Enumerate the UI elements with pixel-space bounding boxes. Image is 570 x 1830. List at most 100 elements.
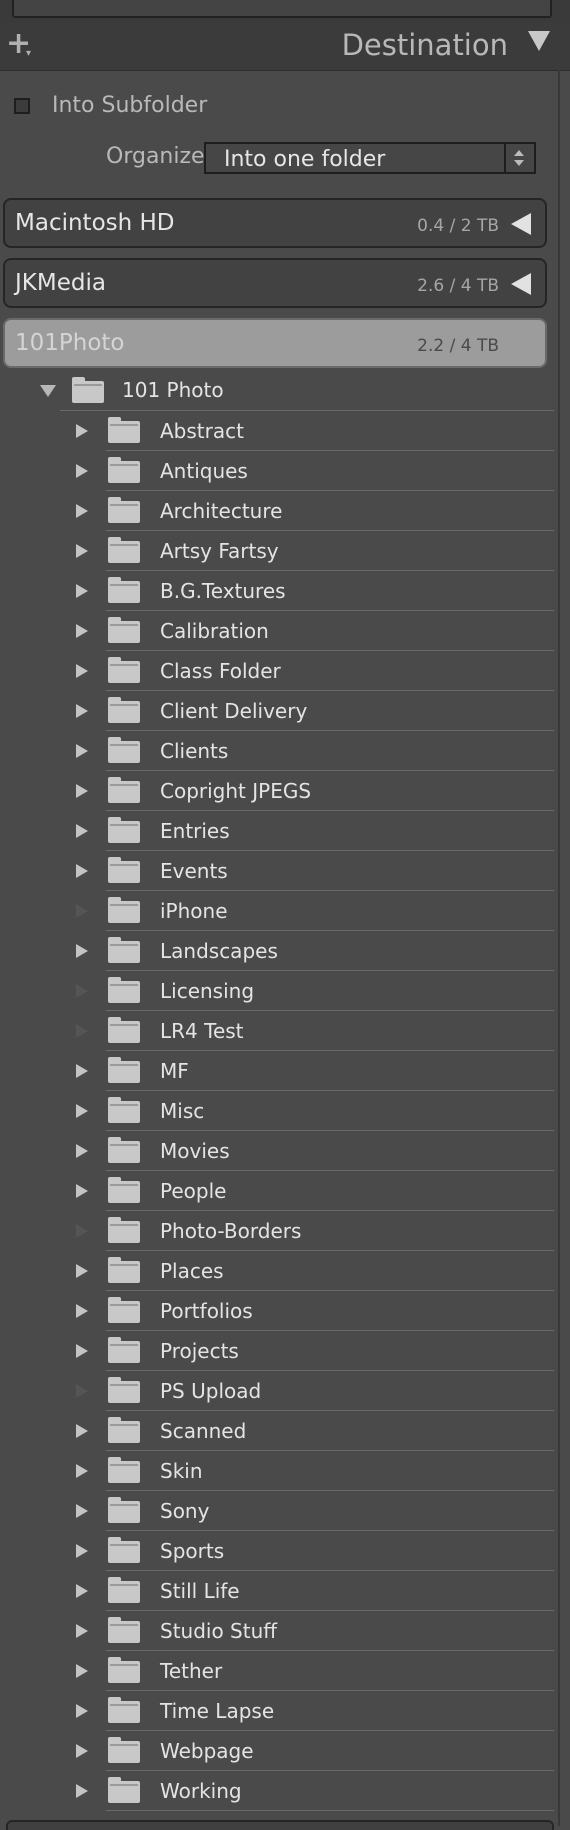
into-subfolder-checkbox[interactable] xyxy=(14,98,30,114)
volume-101photo[interactable]: 101Photo 2.2 / 4 TB xyxy=(3,318,547,368)
folder-row[interactable]: Photo-Borders xyxy=(0,1211,570,1251)
folder-row[interactable]: Places xyxy=(0,1251,570,1291)
folder-row[interactable]: MF xyxy=(0,1051,570,1091)
disclosure-right-icon[interactable] xyxy=(76,1104,88,1118)
disclosure-right-icon[interactable] xyxy=(76,824,88,838)
destination-panel-header[interactable]: + ▾ Destination xyxy=(0,22,570,71)
folder-row[interactable]: Working xyxy=(0,1771,570,1811)
disclosure-right-icon[interactable] xyxy=(76,624,88,638)
folder-row[interactable]: Skin xyxy=(0,1451,570,1491)
next-panel-edge xyxy=(6,1820,554,1830)
folder-row[interactable]: Events xyxy=(0,851,570,891)
organize-value: Into one folder xyxy=(224,147,386,172)
folder-icon xyxy=(108,817,140,843)
folder-row[interactable]: Webpage xyxy=(0,1731,570,1771)
folder-row[interactable]: Sports xyxy=(0,1531,570,1571)
folder-icon xyxy=(108,1497,140,1523)
folder-row[interactable]: Misc xyxy=(0,1091,570,1131)
disclosure-right-icon[interactable] xyxy=(76,1184,88,1198)
folder-row[interactable]: Time Lapse xyxy=(0,1691,570,1731)
folder-row[interactable]: Clients xyxy=(0,731,570,771)
disclosure-right-icon[interactable] xyxy=(76,1064,88,1078)
volume-name: Macintosh HD xyxy=(15,210,175,236)
select-stepper-icon[interactable] xyxy=(504,144,534,172)
folder-icon xyxy=(108,1617,140,1643)
folder-row[interactable]: People xyxy=(0,1171,570,1211)
folder-row[interactable]: Movies xyxy=(0,1131,570,1171)
folder-row[interactable]: Architecture xyxy=(0,491,570,531)
disclosure-right-icon[interactable] xyxy=(76,784,88,798)
organize-select[interactable]: Into one folder xyxy=(204,142,536,174)
volume-jkmedia[interactable]: JKMedia 2.6 / 4 TB xyxy=(3,258,547,308)
folder-row[interactable]: Copright JPEGS xyxy=(0,771,570,811)
disclosure-right-icon[interactable] xyxy=(76,504,88,518)
folder-row[interactable]: Calibration xyxy=(0,611,570,651)
folder-row[interactable]: Sony xyxy=(0,1491,570,1531)
disclosure-right-icon[interactable] xyxy=(76,584,88,598)
disclosure-right-icon[interactable] xyxy=(76,1704,88,1718)
folder-row[interactable]: Antiques xyxy=(0,451,570,491)
disclosure-down-icon[interactable] xyxy=(40,385,56,397)
folder-label: Tether xyxy=(160,1659,223,1683)
folder-label: Copright JPEGS xyxy=(160,779,312,803)
folder-label: Photo-Borders xyxy=(160,1219,302,1243)
folder-list: Abstract Antiques Architecture Artsy Fartsy… xyxy=(0,411,570,1811)
folder-row[interactable]: Landscapes xyxy=(0,931,570,971)
folder-row[interactable]: Abstract xyxy=(0,411,570,451)
disclosure-right-icon[interactable] xyxy=(76,544,88,558)
disclosure-right-icon[interactable] xyxy=(76,944,88,958)
folder-row[interactable]: Tether xyxy=(0,1651,570,1691)
disclosure-right-icon[interactable] xyxy=(76,1744,88,1758)
disclosure-right-icon[interactable] xyxy=(76,1544,88,1558)
plus-menu-caret-icon[interactable]: ▾ xyxy=(26,48,31,59)
folder-row[interactable]: Studio Stuff xyxy=(0,1611,570,1651)
disclosure-right-icon[interactable] xyxy=(76,1304,88,1318)
folder-icon xyxy=(108,977,140,1003)
disclosure-right-icon[interactable] xyxy=(76,1144,88,1158)
folder-row[interactable]: Licensing xyxy=(0,971,570,1011)
folder-row[interactable]: Class Folder xyxy=(0,651,570,691)
folder-row[interactable]: iPhone xyxy=(0,891,570,931)
triangle-down-icon[interactable] xyxy=(528,31,550,51)
folder-label: Time Lapse xyxy=(160,1699,275,1723)
triangle-left-icon[interactable] xyxy=(511,213,531,235)
volume-name: JKMedia xyxy=(15,270,106,296)
disclosure-right-icon[interactable] xyxy=(76,864,88,878)
folder-row[interactable]: Client Delivery xyxy=(0,691,570,731)
disclosure-right-icon[interactable] xyxy=(76,1264,88,1278)
folder-row[interactable]: Still Life xyxy=(0,1571,570,1611)
folder-row[interactable]: Scanned xyxy=(0,1411,570,1451)
volume-macintosh-hd[interactable]: Macintosh HD 0.4 / 2 TB xyxy=(3,198,547,248)
folder-row[interactable]: PS Upload xyxy=(0,1371,570,1411)
disclosure-right-icon[interactable] xyxy=(76,1664,88,1678)
folder-label: Events xyxy=(160,859,228,883)
disclosure-right-icon[interactable] xyxy=(76,424,88,438)
disclosure-right-icon[interactable] xyxy=(76,1464,88,1478)
disclosure-right-icon[interactable] xyxy=(76,464,88,478)
folder-label: Projects xyxy=(160,1339,239,1363)
disclosure-right-icon[interactable] xyxy=(76,1504,88,1518)
disclosure-right-icon[interactable] xyxy=(76,1424,88,1438)
folder-icon xyxy=(108,1377,140,1403)
triangle-left-icon[interactable] xyxy=(511,273,531,295)
folder-icon xyxy=(108,1417,140,1443)
disclosure-right-icon[interactable] xyxy=(76,664,88,678)
into-subfolder-row[interactable]: Into Subfolder xyxy=(0,90,570,124)
folder-row[interactable]: Entries xyxy=(0,811,570,851)
disclosure-right-icon[interactable] xyxy=(76,744,88,758)
folder-label: People xyxy=(160,1179,227,1203)
folder-icon xyxy=(108,1177,140,1203)
folder-icon xyxy=(108,1457,140,1483)
folder-row-root[interactable]: 101 Photo xyxy=(0,371,570,411)
folder-row[interactable]: Projects xyxy=(0,1331,570,1371)
folder-row[interactable]: LR4 Test xyxy=(0,1011,570,1051)
disclosure-right-icon[interactable] xyxy=(76,1624,88,1638)
folder-icon xyxy=(108,1097,140,1123)
disclosure-right-icon[interactable] xyxy=(76,704,88,718)
folder-row[interactable]: Artsy Fartsy xyxy=(0,531,570,571)
folder-row[interactable]: B.G.Textures xyxy=(0,571,570,611)
folder-row[interactable]: Portfolios xyxy=(0,1291,570,1331)
disclosure-right-icon[interactable] xyxy=(76,1584,88,1598)
disclosure-right-icon[interactable] xyxy=(76,1344,88,1358)
disclosure-right-icon[interactable] xyxy=(76,1784,88,1798)
